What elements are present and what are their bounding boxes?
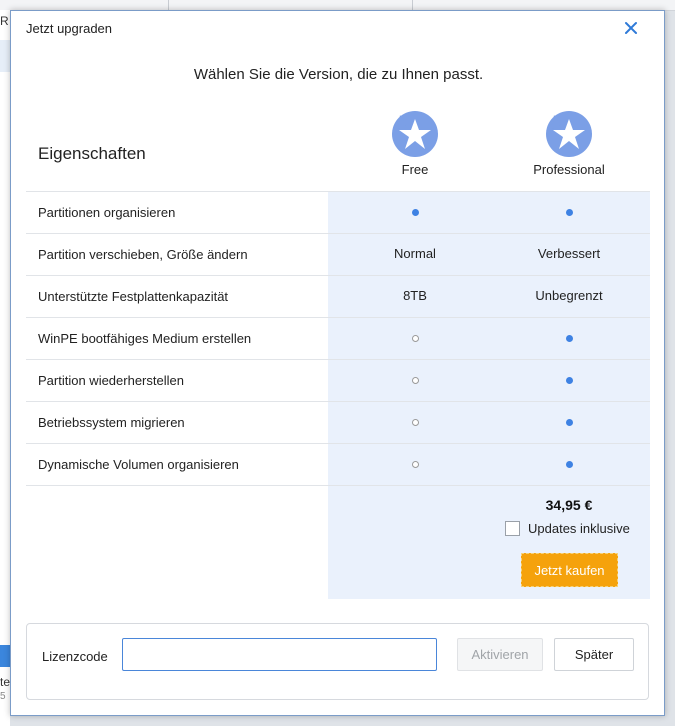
pro-cell xyxy=(499,330,639,345)
included-dot-icon xyxy=(565,461,573,468)
feature-label: Dynamische Volumen organisieren xyxy=(38,457,239,472)
version-name-professional: Professional xyxy=(533,162,605,177)
row-divider xyxy=(26,317,650,318)
features-header: Eigenschaften xyxy=(38,144,146,163)
background-highlight xyxy=(0,645,10,667)
pro-cell xyxy=(499,414,639,429)
feature-label: Unterstützte Festplattenkapazität xyxy=(38,289,229,304)
free-cell xyxy=(345,414,485,429)
license-code-input[interactable] xyxy=(122,638,437,671)
pro-cell: Unbegrenzt xyxy=(535,288,603,303)
upgrade-dialog: Jetzt upgraden Wählen Sie die Version, d… xyxy=(10,10,665,716)
background-text-fragment: te xyxy=(0,675,10,689)
included-dot-icon xyxy=(565,335,573,342)
updates-checkbox[interactable] xyxy=(505,521,520,536)
feature-label: Partitionen organisieren xyxy=(38,205,176,220)
included-dot-icon xyxy=(565,377,573,384)
background-app-panel xyxy=(0,10,10,726)
star-badge-icon xyxy=(390,111,440,157)
price-label: 34,95 € xyxy=(545,497,593,513)
included-dot-icon xyxy=(565,209,573,216)
free-cell xyxy=(345,330,485,345)
feature-label: WinPE bootfähiges Medium erstellen xyxy=(38,331,252,346)
row-divider xyxy=(26,401,650,402)
row-divider xyxy=(26,275,650,276)
pro-cell xyxy=(499,372,639,387)
dialog-subtitle: Wählen Sie die Version, die zu Ihnen pas… xyxy=(193,66,484,83)
row-divider xyxy=(26,191,650,192)
included-dot-icon xyxy=(565,419,573,426)
free-cell: Normal xyxy=(394,246,436,261)
updates-label[interactable]: Updates inklusive xyxy=(528,521,630,536)
row-divider xyxy=(26,485,650,486)
pro-cell: Verbessert xyxy=(537,246,601,261)
background-text-fragment: R xyxy=(0,14,9,28)
version-name-free: Free xyxy=(401,162,429,177)
background-selected-row xyxy=(0,40,10,72)
free-cell: 8TB xyxy=(403,288,427,303)
buy-now-button[interactable]: Jetzt kaufen xyxy=(521,553,618,587)
close-button[interactable] xyxy=(623,20,639,36)
background-text-fragment: 5 xyxy=(0,691,6,702)
background-tab-separator xyxy=(168,0,169,10)
license-label: Lizenzcode xyxy=(42,649,108,664)
license-panel: Lizenzcode Aktivieren Später xyxy=(26,623,649,700)
background-tab-separator xyxy=(412,0,413,10)
close-icon xyxy=(625,22,637,34)
not-included-ring-icon xyxy=(411,419,419,426)
feature-label: Betriebssystem migrieren xyxy=(38,415,185,430)
row-divider xyxy=(26,233,650,234)
activate-button[interactable]: Aktivieren xyxy=(457,638,543,671)
feature-label: Partition verschieben, Größe ändern xyxy=(38,247,248,262)
free-cell xyxy=(345,456,485,471)
pro-cell xyxy=(499,456,639,471)
free-cell xyxy=(345,372,485,387)
dialog-title: Jetzt upgraden xyxy=(26,21,113,36)
not-included-ring-icon xyxy=(411,461,419,468)
free-cell xyxy=(345,204,485,219)
row-divider xyxy=(26,443,650,444)
feature-label: Partition wiederherstellen xyxy=(38,373,184,388)
not-included-ring-icon xyxy=(411,335,419,342)
included-dot-icon xyxy=(411,209,419,216)
pro-cell xyxy=(499,204,639,219)
star-badge-icon xyxy=(544,111,594,157)
not-included-ring-icon xyxy=(411,377,419,384)
row-divider xyxy=(26,359,650,360)
later-button[interactable]: Später xyxy=(554,638,634,671)
